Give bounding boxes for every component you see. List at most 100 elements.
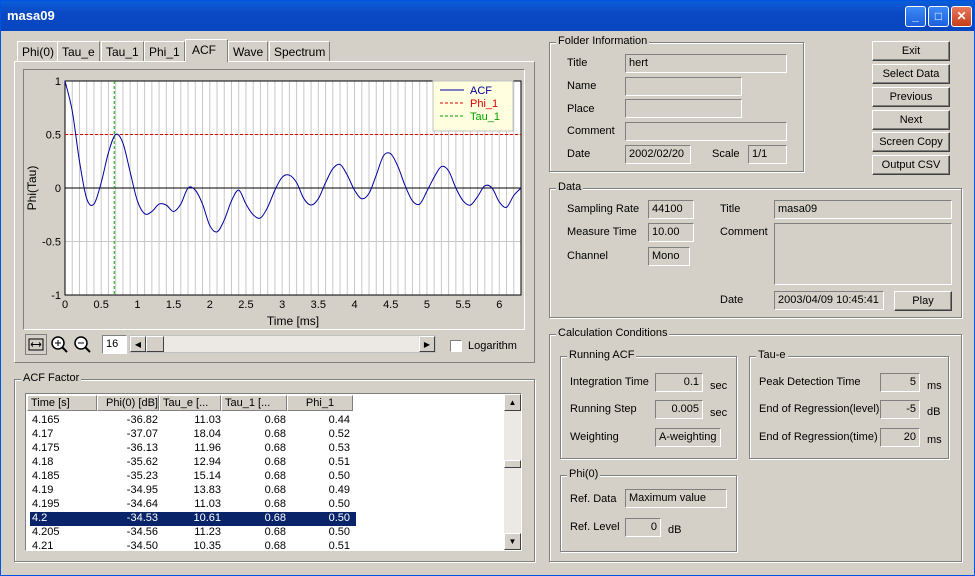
scroll-right-button[interactable]: ▶ <box>419 336 435 352</box>
legend-label: ACF <box>470 85 492 97</box>
data-comment-label: Comment <box>720 226 768 238</box>
tab-acf[interactable]: ACF <box>185 39 228 62</box>
end-regression-level-label: End of Regression(level) <box>759 403 880 415</box>
end-regression-level-field: -5 <box>880 400 920 419</box>
previous-button[interactable]: Previous <box>872 87 950 107</box>
ref-level-field: 0 <box>625 518 661 537</box>
zoom-level-field[interactable]: 16 <box>102 335 127 354</box>
phi0-group: Phi(0) <box>560 468 737 552</box>
acf-factor-list[interactable]: Time [s] Phi(0) [dB] Tau_e [... Tau_1 [.… <box>25 393 522 554</box>
scroll-left-button[interactable]: ◀ <box>130 336 146 352</box>
folder-date-field: 2002/02/20 <box>625 145 691 164</box>
table-cell: -34.50 <box>126 540 158 552</box>
tab-tau-1[interactable]: Tau_1 <box>101 41 144 61</box>
table-cell: 4.17 <box>32 428 54 440</box>
output-csv-button[interactable]: Output CSV <box>872 155 950 175</box>
scroll-up-button[interactable]: ▲ <box>504 394 521 411</box>
x-tick-label: 1 <box>134 299 140 311</box>
calc-conditions-title: Calculation Conditions <box>556 327 670 339</box>
col-header-tau-e[interactable]: Tau_e [... <box>159 395 221 411</box>
table-cell: 4.19 <box>32 484 54 496</box>
x-tick-label: 2 <box>207 299 213 311</box>
table-cell: 12.94 <box>193 456 221 468</box>
logarithm-checkbox[interactable] <box>450 340 462 352</box>
col-header-time[interactable]: Time [s] <box>27 395 97 411</box>
folder-comment-field <box>625 122 787 141</box>
table-cell: 0.50 <box>328 498 350 510</box>
tab-wave[interactable]: Wave <box>228 41 269 61</box>
logarithm-label: Logarithm <box>468 340 517 352</box>
next-button[interactable]: Next <box>872 110 950 130</box>
scroll-down-button[interactable]: ▼ <box>504 533 521 550</box>
minimize-button[interactable]: _ <box>905 6 926 27</box>
table-row[interactable]: 4.205 -34.56 11.23 0.68 0.50 <box>30 526 356 540</box>
table-cell: 10.61 <box>193 512 221 524</box>
screen-copy-button[interactable]: Screen Copy <box>872 132 950 152</box>
scroll-thumb[interactable] <box>146 336 164 352</box>
table-cell: 0.68 <box>264 540 286 552</box>
zoom-in-icon[interactable] <box>49 334 70 355</box>
sampling-rate-label: Sampling Rate <box>567 203 640 215</box>
col-header-phi0[interactable]: Phi(0) [dB] <box>97 395 159 411</box>
x-tick-label: 6 <box>496 299 502 311</box>
play-button[interactable]: Play <box>894 291 952 311</box>
table-cell: 0.44 <box>328 414 350 426</box>
x-tick-label: 3.5 <box>311 299 326 311</box>
table-row[interactable]: 4.18 -35.62 12.94 0.68 0.51 <box>30 456 356 470</box>
acf-factor-title: ACF Factor <box>21 372 82 384</box>
table-cell: 0.51 <box>328 540 350 552</box>
tab-tau-e[interactable]: Tau_e <box>57 41 100 61</box>
folder-name-label: Name <box>567 80 597 92</box>
zoom-out-icon[interactable] <box>72 334 93 355</box>
x-axis-label: Time [ms] <box>267 314 319 328</box>
weighting-field: A-weighting <box>655 428 721 447</box>
table-cell: -36.13 <box>126 442 158 454</box>
ref-data-label: Ref. Data <box>570 493 617 505</box>
x-tick-label: 2.5 <box>238 299 253 311</box>
col-header-phi-1[interactable]: Phi_1 <box>287 395 353 411</box>
integration-time-field: 0.1 <box>655 373 703 392</box>
table-cell: 0.68 <box>264 526 286 538</box>
tab-phi0[interactable]: Phi(0) <box>17 41 60 61</box>
col-header-tau-1[interactable]: Tau_1 [... <box>221 395 287 411</box>
x-tick-label: 3 <box>279 299 285 311</box>
select-data-button[interactable]: Select Data <box>872 64 950 84</box>
table-cell: 0.50 <box>328 512 350 524</box>
exit-button[interactable]: Exit <box>872 41 950 61</box>
table-row[interactable]: 4.175 -36.13 11.96 0.68 0.53 <box>30 442 356 456</box>
table-cell: -34.56 <box>126 526 158 538</box>
table-row[interactable]: 4.185 -35.23 15.14 0.68 0.50 <box>30 470 356 484</box>
table-row[interactable]: 4.165 -36.82 11.03 0.68 0.44 <box>30 414 356 428</box>
maximize-button[interactable]: □ <box>928 6 949 27</box>
channel-field: Mono <box>648 247 690 266</box>
table-cell: 11.03 <box>194 414 221 426</box>
table-cell: -34.64 <box>126 498 158 510</box>
table-row[interactable]: 4.195 -34.64 11.03 0.68 0.50 <box>30 498 356 512</box>
x-tick-label: 1.5 <box>166 299 181 311</box>
folder-title-field: hert <box>625 54 787 73</box>
table-cell: 4.195 <box>32 498 60 510</box>
table-cell: 0.51 <box>328 456 350 468</box>
end-regression-time-field: 20 <box>880 428 920 447</box>
measure-time-label: Measure Time <box>567 226 637 238</box>
folder-scale-label: Scale <box>712 148 740 160</box>
chart-scrollbar[interactable]: ◀ ▶ <box>129 335 436 353</box>
fit-width-button[interactable] <box>25 334 47 355</box>
y-tick-label: 0.5 <box>46 130 61 142</box>
running-acf-title: Running ACF <box>567 349 637 361</box>
table-row[interactable]: 4.19 -34.95 13.83 0.68 0.49 <box>30 484 356 498</box>
table-cell: 4.2 <box>32 512 48 524</box>
sampling-rate-field: 44100 <box>648 200 694 219</box>
x-tick-label: 5 <box>424 299 430 311</box>
list-scrollbar[interactable]: ▲ ▼ <box>504 394 521 550</box>
table-row[interactable]: 4.17 -37.07 18.04 0.68 0.52 <box>30 428 356 442</box>
table-row[interactable]: 4.2 -34.53 10.61 0.68 0.50 <box>30 512 356 526</box>
close-button[interactable]: ✕ <box>951 6 972 27</box>
table-cell: -37.07 <box>126 428 158 440</box>
list-scroll-thumb[interactable] <box>504 460 521 468</box>
tab-phi-1[interactable]: Phi_1 <box>144 41 185 61</box>
tab-spectrum[interactable]: Spectrum <box>269 41 331 61</box>
data-title-field: masa09 <box>774 200 952 219</box>
weighting-label: Weighting <box>570 431 619 443</box>
table-row[interactable]: 4.21 -34.50 10.35 0.68 0.51 <box>30 540 356 554</box>
